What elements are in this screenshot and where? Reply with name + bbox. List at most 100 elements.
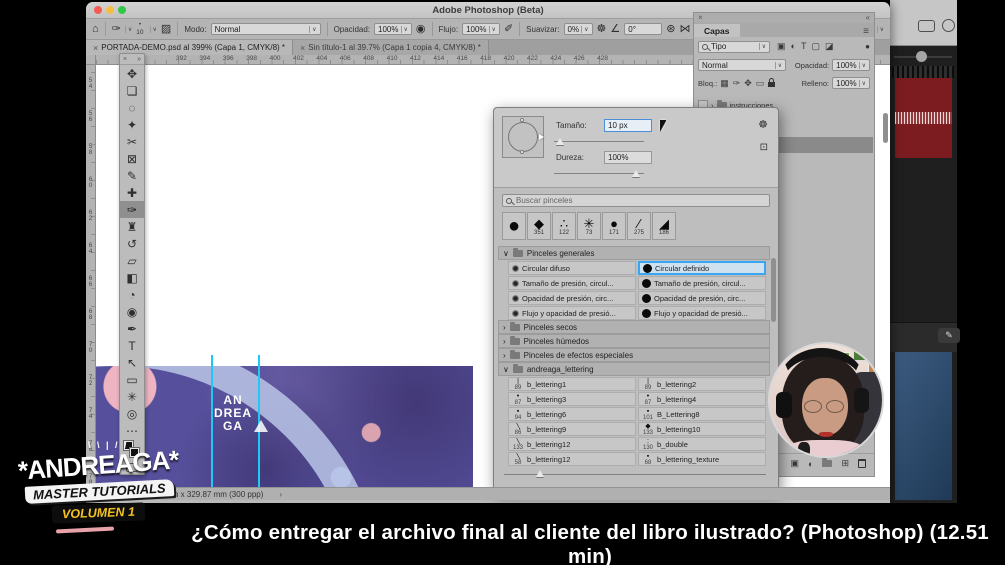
angle-handle[interactable] — [520, 118, 524, 122]
brush-item[interactable]: Circular difuso — [508, 261, 636, 275]
layer-opacity-select[interactable]: 100%∨ — [832, 59, 870, 71]
brush-group-header[interactable]: ›Pinceles de efectos especiales — [498, 348, 770, 362]
history-brush-tool[interactable]: ↺ — [120, 235, 144, 252]
canvas-scrollbar[interactable] — [883, 113, 888, 143]
profile-icon[interactable] — [942, 19, 955, 32]
brush-size-picker[interactable]: •10 — [136, 22, 143, 37]
brush-item[interactable]: Opacidad de presión, circ... — [508, 291, 636, 305]
audio-clip[interactable] — [895, 78, 952, 158]
brush-item[interactable]: ╲133b_lettering12 — [508, 437, 636, 451]
brush-group-header[interactable]: ›Pinceles húmedos — [498, 334, 770, 348]
close-icon[interactable]: × — [698, 13, 703, 23]
brush-item[interactable]: Tamaño de presión, circul... — [638, 276, 766, 290]
lock-transparency-icon[interactable]: ▦ — [720, 78, 729, 89]
double-collapse-icon[interactable]: « — [866, 13, 870, 23]
close-tab-icon[interactable]: × — [300, 43, 305, 53]
brush-item[interactable]: ▪101B_Lettering8 — [638, 407, 766, 421]
type-tool[interactable]: T — [120, 337, 144, 354]
brush-item[interactable]: Flujo y opacidad de presió... — [508, 306, 636, 320]
brush-size-input[interactable]: 10 px — [604, 119, 652, 132]
gear-icon[interactable]: ☸ — [758, 118, 768, 131]
move-tool[interactable]: ✥ — [120, 65, 144, 82]
crop-tool[interactable]: ✂ — [120, 133, 144, 150]
angle-input[interactable]: 0° — [624, 23, 662, 35]
smoothing-select[interactable]: 0%∨ — [564, 23, 593, 35]
clone-stamp-tool[interactable]: ♜ — [120, 218, 144, 235]
brush-group-header[interactable]: ∨Pinceles generales — [498, 246, 770, 260]
marquee-tool[interactable]: ❏ — [120, 82, 144, 99]
status-menu-arrow[interactable]: › — [279, 490, 282, 499]
blend-mode-select[interactable]: Normal∨ — [698, 59, 786, 71]
brush-item[interactable]: ╲58b_lettering12 — [508, 452, 636, 466]
new-preset-icon[interactable]: ⊡ — [760, 142, 768, 153]
brush-item[interactable]: ▪94b_lettering6 — [508, 407, 636, 421]
adjustment-filter-icon[interactable]: ◐ — [791, 41, 796, 52]
brush-group-header[interactable]: ›Pinceles secos — [498, 320, 770, 334]
lock-pixels-icon[interactable]: ✑ — [733, 78, 741, 89]
brush-tool[interactable]: ✑ — [120, 201, 144, 218]
filter-type-select[interactable]: Tipo∨ — [698, 41, 770, 53]
pressure-opacity-icon[interactable]: ◉ — [416, 24, 426, 35]
healing-brush-tool[interactable]: ✚ — [120, 184, 144, 201]
lock-artboard-icon[interactable]: ▭ — [756, 78, 765, 89]
brush-thumb-flat[interactable]: ◆351 — [527, 212, 551, 240]
eraser-tool[interactable]: ▱ — [120, 252, 144, 269]
zoom-slider-knob[interactable] — [916, 51, 927, 62]
smart-object-filter-icon[interactable]: ◪ — [825, 41, 834, 52]
panel-menu-icon[interactable]: ≡ — [863, 26, 874, 37]
opacity-select[interactable]: 100%∨ — [374, 23, 412, 35]
close-tab-icon[interactable]: × — [93, 43, 98, 53]
frame-tool[interactable]: ⊠ — [120, 150, 144, 167]
roundness-handle[interactable] — [539, 134, 544, 140]
pixel-filter-icon[interactable]: ▣ — [777, 41, 786, 52]
brush-list-scrollbar[interactable] — [771, 258, 776, 322]
size-slider[interactable] — [554, 141, 644, 142]
lock-position-icon[interactable]: ✥ — [744, 78, 752, 89]
hardness-slider-handle[interactable] — [632, 170, 640, 177]
brush-thumb-round[interactable]: ● — [502, 212, 526, 240]
edit-toolbar[interactable]: ⋯ — [120, 422, 144, 439]
brush-search-field[interactable]: Buscar pinceles — [502, 194, 770, 207]
brush-thumb-pencil[interactable]: ∕275 — [627, 212, 651, 240]
video-clip[interactable] — [895, 352, 952, 500]
tab-capas[interactable]: Capas — [694, 24, 740, 37]
brush-item[interactable]: ▪68b_lettering_texture — [638, 452, 766, 466]
shape-tool[interactable]: ▭ — [120, 371, 144, 388]
eyedropper-tool[interactable]: ✎ — [120, 167, 144, 184]
zoom-tool[interactable]: ◎ — [120, 405, 144, 422]
annotate-icon[interactable]: ✎ — [938, 328, 960, 343]
brush-item[interactable]: |89b_lettering2 — [638, 377, 766, 391]
object-selection-tool[interactable]: ✦ — [120, 116, 144, 133]
hardness-slider[interactable] — [554, 173, 644, 174]
brush-item[interactable]: Flujo y opacidad de presió... — [638, 306, 766, 320]
angle-handle[interactable] — [520, 150, 524, 154]
pen-tool[interactable]: ✒ — [120, 320, 144, 337]
close-icon[interactable]: × — [123, 56, 127, 63]
smoothing-gear-icon[interactable]: ☸ — [597, 24, 607, 35]
stroke-slider-handle[interactable] — [536, 470, 544, 477]
brush-item[interactable]: :130b_double — [638, 437, 766, 451]
new-layer-icon[interactable]: ⊞ — [841, 458, 849, 469]
brush-group-header[interactable]: ∨andreaga_lettering — [498, 362, 770, 376]
shape-filter-icon[interactable]: ▢ — [811, 41, 820, 52]
brush-thumb-blob[interactable]: ●171 — [602, 212, 626, 240]
path-select-tool[interactable]: ↖ — [120, 354, 144, 371]
adjustment-layer-icon[interactable]: ◐ — [808, 459, 813, 469]
type-filter-icon[interactable]: T — [801, 41, 807, 52]
brush-item[interactable]: •87b_lettering3 — [508, 392, 636, 406]
brush-item[interactable]: ◆133b_lettering10 — [638, 422, 766, 436]
pressure-size-icon[interactable]: ⊛ — [666, 24, 675, 35]
lasso-tool[interactable]: ◌ — [120, 99, 144, 116]
add-mask-icon[interactable]: ▣ — [791, 458, 800, 469]
brush-item[interactable]: |89b_lettering1 — [508, 377, 636, 391]
home-icon[interactable]: ⌂ — [92, 24, 99, 35]
flow-select[interactable]: 100%∨ — [462, 23, 500, 35]
hand-tool[interactable]: ✳ — [120, 388, 144, 405]
comment-icon[interactable] — [918, 20, 935, 32]
dodge-tool[interactable]: ◉ — [120, 303, 144, 320]
brush-thumb-chalk[interactable]: ✳73 — [577, 212, 601, 240]
collapse-icon[interactable]: » — [137, 56, 141, 63]
layer-fill-select[interactable]: 100%∨ — [832, 77, 870, 89]
blur-tool[interactable]: ◔ — [120, 286, 144, 303]
document-tab[interactable]: ×PORTADA-DEMO.psd al 399% (Capa 1, CMYK/… — [86, 40, 293, 55]
